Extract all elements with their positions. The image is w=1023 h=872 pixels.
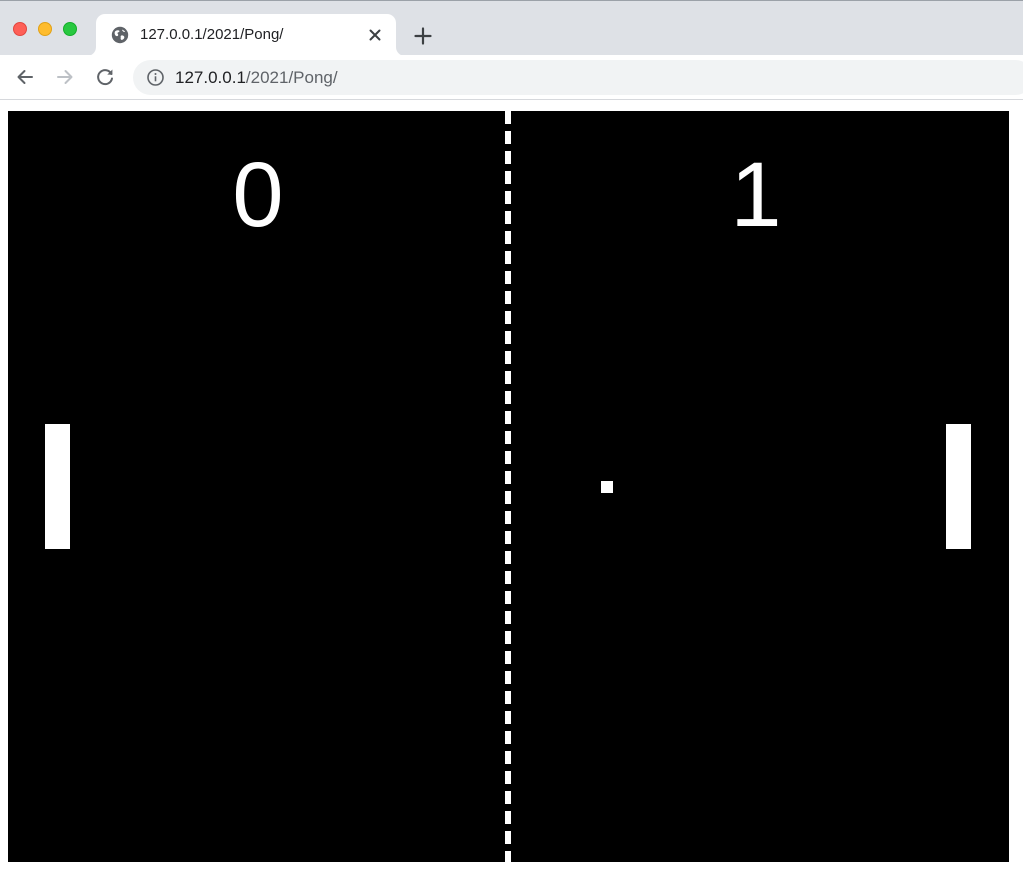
- pong-canvas[interactable]: 0 1: [8, 111, 1009, 862]
- center-net: [505, 111, 511, 862]
- info-icon[interactable]: [146, 68, 165, 87]
- url-path: /2021/Pong/: [245, 68, 338, 87]
- tab-strip: 127.0.0.1/2021/Pong/: [0, 0, 1023, 56]
- globe-icon: [111, 26, 129, 44]
- browser-window: 127.0.0.1/2021/Pong/ 127.0.0.1/2021/Pong…: [0, 0, 1023, 872]
- paddle-left: [45, 424, 70, 549]
- window-minimize-button[interactable]: [38, 22, 52, 36]
- window-maximize-button[interactable]: [63, 22, 77, 36]
- ball: [601, 481, 613, 493]
- url-host: 127.0.0.1: [175, 68, 246, 87]
- score-right: 1: [730, 144, 782, 246]
- browser-toolbar: 127.0.0.1/2021/Pong/: [0, 55, 1023, 100]
- browser-tab-active[interactable]: 127.0.0.1/2021/Pong/: [96, 14, 396, 56]
- paddle-right: [946, 424, 971, 549]
- arrow-right-icon[interactable]: [53, 65, 77, 89]
- url-text[interactable]: 127.0.0.1/2021/Pong/: [175, 68, 338, 88]
- window-close-button[interactable]: [13, 22, 27, 36]
- address-bar[interactable]: 127.0.0.1/2021/Pong/: [133, 60, 1023, 95]
- tab-title: 127.0.0.1/2021/Pong/: [140, 26, 284, 43]
- score-left: 0: [232, 144, 284, 246]
- reload-icon[interactable]: [93, 65, 117, 89]
- plus-icon[interactable]: [412, 25, 434, 47]
- arrow-left-icon[interactable]: [13, 65, 37, 89]
- close-icon[interactable]: [366, 26, 384, 44]
